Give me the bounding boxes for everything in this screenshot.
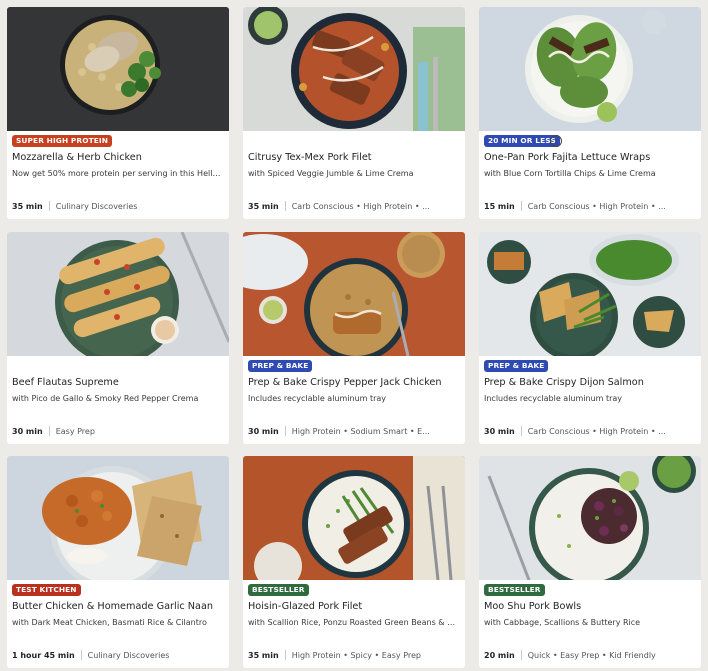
recipe-title[interactable]: Prep & Bake Crispy Dijon Salmon: [484, 377, 696, 388]
recipe-card[interactable]: TEST KITCHEN Butter Chicken & Homemade G…: [7, 456, 229, 668]
meta-divider: [48, 426, 50, 436]
recipe-title[interactable]: One-Pan Pork Fajita Lettuce Wraps: [484, 152, 696, 163]
recipe-card[interactable]: SUPER HIGH PROTEIN Mozzarella & Herb Chi…: [7, 7, 229, 219]
recipe-title[interactable]: Prep & Bake Crispy Pepper Jack Chicken: [248, 377, 460, 388]
recipe-card[interactable]: Beef Flautas Supreme with Pico de Gallo …: [7, 232, 229, 444]
meta-divider: [284, 426, 286, 436]
recipe-time: 30 min: [484, 426, 515, 436]
recipe-card[interactable]: PREP & BAKE Prep & Bake Crispy Dijon Sal…: [479, 232, 701, 444]
recipe-photo[interactable]: [243, 7, 465, 131]
recipe-badge: PREP & BAKE: [484, 360, 549, 372]
recipe-photo[interactable]: [243, 456, 465, 580]
recipe-time: 35 min: [12, 201, 43, 211]
recipe-badge: BESTSELLER: [248, 584, 309, 596]
recipe-subtitle: with Dark Meat Chicken, Basmati Rice & C…: [12, 618, 207, 627]
recipe-meta: 35 min High Protein • Spicy • Easy Prep: [248, 650, 462, 660]
recipe-tags: Carb Conscious • High Protein • ...: [527, 201, 666, 211]
recipe-tags: Carb Conscious • High Protein • ...: [527, 426, 666, 436]
recipe-photo[interactable]: [7, 232, 229, 356]
recipe-time: 1 hour 45 min: [12, 650, 75, 660]
recipe-subtitle: with Spiced Veggie Jumble & Lime Crema: [248, 169, 414, 178]
recipe-tags: Culinary Discoveries: [87, 650, 170, 660]
recipe-time: 20 min: [484, 650, 515, 660]
recipe-time: 35 min: [248, 201, 279, 211]
recipe-time: 15 min: [484, 201, 515, 211]
recipe-photo[interactable]: [479, 456, 701, 580]
recipe-photo[interactable]: [7, 7, 229, 131]
recipe-time: 30 min: [248, 426, 279, 436]
recipe-card[interactable]: Citrusy Tex-Mex Pork Filet with Spiced V…: [243, 7, 465, 219]
recipe-tags: Culinary Discoveries: [55, 201, 138, 211]
recipe-badge: PREP & BAKE: [248, 360, 313, 372]
meta-divider: [284, 650, 286, 660]
recipe-photo[interactable]: [243, 232, 465, 356]
meta-divider: [80, 650, 82, 660]
recipe-subtitle: with Scallion Rice, Ponzu Roasted Green …: [248, 618, 460, 627]
recipe-meta: 1 hour 45 min Culinary Discoveries: [12, 650, 226, 660]
meta-divider: [520, 201, 522, 211]
recipe-title[interactable]: Beef Flautas Supreme: [12, 377, 224, 388]
recipe-card[interactable]: BESTSELLER Hoisin-Glazed Pork Filet with…: [243, 456, 465, 668]
recipe-badge: BESTSELLER: [484, 584, 545, 596]
recipe-tags: High Protein • Sodium Smart • E...: [291, 426, 430, 436]
recipe-card[interactable]: PREP & BAKE Prep & Bake Crispy Pepper Ja…: [243, 232, 465, 444]
recipe-tags: Quick • Easy Prep • Kid Friendly: [527, 650, 656, 660]
recipe-title[interactable]: Moo Shu Pork Bowls: [484, 601, 696, 612]
recipe-tags: Easy Prep: [55, 426, 95, 436]
recipe-meta: 30 min High Protein • Sodium Smart • E..…: [248, 426, 462, 436]
recipe-badge: 20 MIN OR LESS: [484, 135, 560, 147]
recipe-meta: 35 min Carb Conscious • High Protein • .…: [248, 201, 462, 211]
recipe-subtitle: Now get 50% more protein per serving in …: [12, 169, 224, 178]
recipe-title[interactable]: Mozzarella & Herb Chicken: [12, 152, 224, 163]
recipe-photo[interactable]: [479, 232, 701, 356]
recipe-photo[interactable]: [7, 456, 229, 580]
meta-divider: [520, 426, 522, 436]
recipe-subtitle: with Blue Corn Tortilla Chips & Lime Cre…: [484, 169, 656, 178]
meta-divider: [284, 201, 286, 211]
meta-divider: [48, 201, 50, 211]
recipe-time: 35 min: [248, 650, 279, 660]
recipe-meta: 20 min Quick • Easy Prep • Kid Friendly: [484, 650, 698, 660]
recipe-tags: Carb Conscious • High Protein • ...: [291, 201, 430, 211]
recipe-title[interactable]: Citrusy Tex-Mex Pork Filet: [248, 152, 460, 163]
recipe-card[interactable]: BESTSELLER Moo Shu Pork Bowls with Cabba…: [479, 456, 701, 668]
recipe-meta: 35 min Culinary Discoveries: [12, 201, 226, 211]
recipe-badge: TEST KITCHEN: [12, 584, 81, 596]
recipe-badge: SUPER HIGH PROTEIN: [12, 135, 113, 147]
recipe-subtitle: Includes recyclable aluminum tray: [484, 394, 623, 403]
recipe-meta: 15 min Carb Conscious • High Protein • .…: [484, 201, 698, 211]
recipe-subtitle: with Pico de Gallo & Smoky Red Pepper Cr…: [12, 394, 199, 403]
recipe-meta: 30 min Carb Conscious • High Protein • .…: [484, 426, 698, 436]
recipe-subtitle: Includes recyclable aluminum tray: [248, 394, 387, 403]
recipe-meta: 30 min Easy Prep: [12, 426, 226, 436]
recipe-title[interactable]: Hoisin-Glazed Pork Filet: [248, 601, 460, 612]
info-icon[interactable]: i: [550, 135, 562, 147]
recipe-title[interactable]: Butter Chicken & Homemade Garlic Naan: [12, 601, 224, 612]
meta-divider: [520, 650, 522, 660]
recipe-tags: High Protein • Spicy • Easy Prep: [291, 650, 421, 660]
recipe-subtitle: with Cabbage, Scallions & Buttery Rice: [484, 618, 641, 627]
recipe-time: 30 min: [12, 426, 43, 436]
recipe-photo[interactable]: [479, 7, 701, 131]
recipe-card[interactable]: 20 MIN OR LESS i One-Pan Pork Fajita Let…: [479, 7, 701, 219]
